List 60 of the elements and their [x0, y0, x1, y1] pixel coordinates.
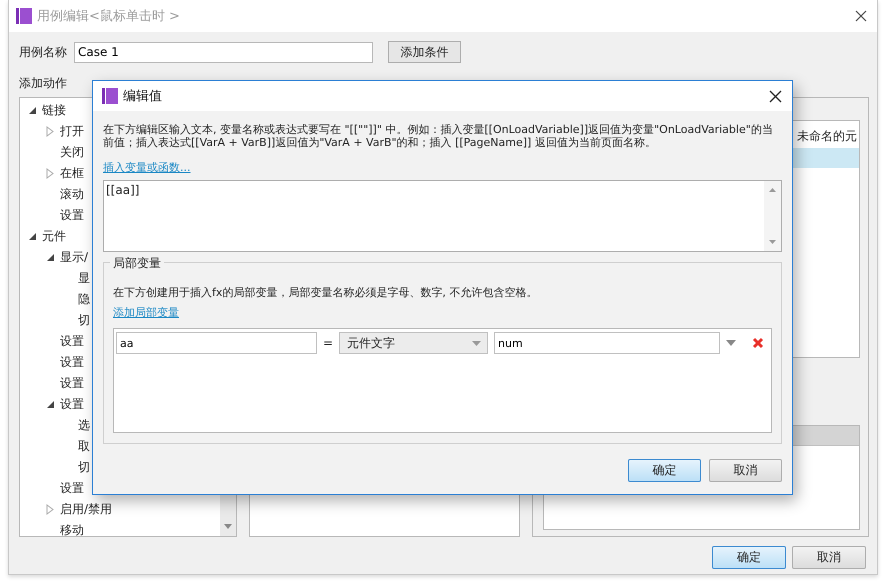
tree-item[interactable]: 设置 [60, 396, 84, 413]
variable-name-field[interactable]: aa [116, 332, 317, 354]
tree-item[interactable]: 设置 [60, 375, 84, 392]
tree-item[interactable]: 设置 [60, 333, 84, 350]
tree-item[interactable]: 元件 [42, 228, 66, 245]
case-name-label: 用例名称 [19, 44, 68, 60]
tree-item[interactable]: 设置 [60, 354, 84, 371]
window-title: 用例编辑<鼠标单击时 > [37, 8, 180, 25]
add-local-variable-link[interactable]: 添加局部变量 [113, 305, 179, 320]
tree-item[interactable]: 移动 [60, 522, 84, 539]
tree-item[interactable]: 滚动 [60, 186, 84, 203]
close-icon[interactable] [769, 90, 782, 102]
ok-button[interactable]: 确定 [712, 546, 786, 569]
hint-text: 在下方创建用于插入fx的局部变量，局部变量名称必须是字母、数字, 不允许包含空格。 [113, 285, 538, 300]
collapsed-triangle-icon[interactable] [46, 126, 54, 137]
add-condition-button[interactable]: 添加条件 [388, 41, 461, 63]
tree-item[interactable]: 设置 [60, 480, 84, 497]
collapsed-triangle-icon[interactable] [46, 168, 54, 179]
delete-icon[interactable] [752, 337, 764, 349]
dialog-title: 编辑值 [123, 88, 162, 105]
ok-button[interactable]: 确定 [628, 459, 701, 482]
tree-item[interactable]: 打开 [60, 123, 84, 140]
expanded-triangle-icon[interactable] [46, 253, 55, 262]
app-logo-icon [16, 8, 32, 24]
tree-item[interactable]: 链接 [42, 102, 66, 119]
description-text: 在下方编辑区输入文本, 变量名称或表达式要写在 "[[""]]" 中。例如：插入变量[[OnLoadVariable]]返回值为变量"OnLoadVariable"的当前值；插入表达式[[VarA + VarB]]返回值为"VarA + VarB"的和；插入 [[PageName]] 返回值为当前页面名称。 [103, 123, 774, 149]
dropdown-value: 元件文字 [347, 334, 395, 352]
tree-item[interactable]: 在框 [60, 165, 84, 182]
tree-item[interactable]: 设置 [60, 207, 84, 224]
expanded-triangle-icon[interactable] [28, 232, 37, 241]
caret-icon[interactable] [726, 340, 736, 346]
expanded-triangle-icon[interactable] [46, 400, 55, 409]
expression-text: [[aa]] [105, 182, 140, 199]
insert-variable-link[interactable]: 插入变量或函数... [103, 160, 190, 175]
panel-title: 添加动作 [19, 76, 67, 90]
tree-item[interactable]: 显示/ [60, 249, 88, 266]
group-title: 局部变量 [110, 255, 164, 272]
tree-item[interactable]: 关闭 [60, 144, 84, 161]
cancel-button[interactable]: 取消 [709, 459, 782, 482]
target-widget-field[interactable]: num [494, 332, 720, 354]
tree-item[interactable]: 取 [78, 438, 90, 455]
tree-item[interactable]: 切 [78, 312, 90, 329]
app-logo-icon [102, 88, 118, 104]
tree-item[interactable]: 选 [78, 417, 90, 434]
tree-item[interactable]: 隐 [78, 291, 90, 308]
tree-item[interactable]: 启用/禁用 [60, 501, 112, 518]
case-name-field[interactable]: Case 1 [74, 42, 373, 62]
tree-item[interactable]: 切 [78, 459, 90, 476]
scroll-down-icon[interactable] [224, 524, 232, 529]
caret-icon [472, 340, 481, 346]
scroll-down-icon[interactable] [769, 240, 776, 244]
expanded-triangle-icon[interactable] [28, 106, 37, 115]
source-dropdown[interactable]: 元件文字 [339, 332, 488, 354]
close-icon[interactable] [855, 10, 867, 22]
expression-field[interactable]: [[aa]] [103, 180, 782, 252]
collapsed-triangle-icon[interactable] [46, 504, 54, 515]
scroll-up-icon[interactable] [769, 188, 776, 192]
equals-sign: = [322, 336, 334, 350]
cancel-button[interactable]: 取消 [792, 546, 866, 569]
tree-item[interactable]: 显 [78, 270, 90, 287]
